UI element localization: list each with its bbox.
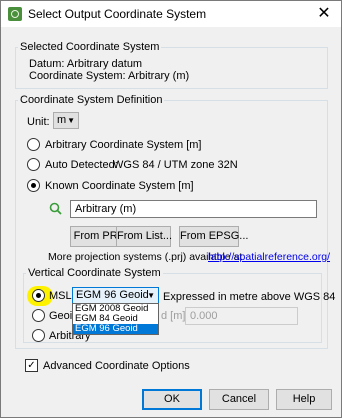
auto-detected-value: WGS 84 / UTM zone 32N	[113, 159, 238, 171]
vertical-cs-legend: Vertical Coordinate System	[28, 267, 161, 279]
expressed-in-text: Expressed in metre above WGS 84	[163, 291, 336, 303]
dialog-window: Select Output Coordinate System ✕ Select…	[0, 0, 342, 418]
app-icon	[8, 7, 22, 21]
geoid-height-input[interactable]: 0.000	[185, 307, 298, 325]
known-cs-label: Known Coordinate System [m]	[45, 180, 194, 192]
datum-text: Datum: Arbitrary datum	[29, 58, 143, 70]
close-button[interactable]: ✕	[307, 1, 341, 27]
auto-detected-radio[interactable]	[27, 158, 40, 171]
known-cs-radio[interactable]	[27, 179, 40, 192]
advanced-options-checkbox[interactable]: ✓	[25, 359, 38, 372]
window-title: Select Output Coordinate System	[28, 7, 207, 21]
unit-label: Unit:	[27, 116, 50, 128]
geoid-height-value: 0.000	[190, 310, 218, 322]
geoid-option-egm96[interactable]: EGM 96 Geoid	[73, 324, 158, 334]
unit-select[interactable]: m ▼	[53, 112, 79, 129]
cancel-button[interactable]: Cancel	[209, 389, 269, 410]
search-input-value: Arbitrary (m)	[75, 203, 137, 215]
auto-detected-label: Auto Detected:	[45, 159, 118, 171]
msl-radio[interactable]	[32, 289, 45, 302]
help-button[interactable]: Help	[276, 389, 332, 410]
geoid-select-value: EGM 96 Geoid	[76, 289, 149, 301]
from-epsg-button[interactable]: From EPSG...	[179, 226, 248, 247]
coordinate-system-search-input[interactable]: Arbitrary (m)	[70, 200, 317, 218]
title-bar: Select Output Coordinate System ✕	[1, 1, 341, 27]
ok-button[interactable]: OK	[142, 389, 202, 410]
geoid-radio[interactable]	[32, 309, 45, 322]
geoid-select[interactable]: EGM 96 Geoid ▼	[72, 287, 159, 304]
cs-definition-legend: Coordinate System Definition	[20, 94, 163, 106]
from-list-button[interactable]: From List...	[116, 226, 172, 247]
unit-value: m	[57, 114, 67, 126]
selected-cs-legend: Selected Coordinate System	[20, 41, 160, 53]
search-icon	[49, 202, 62, 215]
coordinate-system-text: Coordinate System: Arbitrary (m)	[29, 70, 190, 82]
spatialreference-link[interactable]: http://spatialreference.org/	[208, 251, 330, 263]
geoid-dropdown-list: EGM 2008 Geoid EGM 84 Geoid EGM 96 Geoid	[72, 303, 159, 335]
chevron-down-icon: ▼	[147, 291, 155, 300]
geoid-unit-label: d [m]	[161, 310, 186, 322]
advanced-options-label: Advanced Coordinate Options	[43, 360, 190, 372]
arbitrary-cs-label: Arbitrary Coordinate System [m]	[45, 139, 202, 151]
vertical-arbitrary-radio[interactable]	[32, 329, 45, 342]
msl-label: MSL	[49, 290, 72, 302]
arbitrary-cs-radio[interactable]	[27, 138, 40, 151]
chevron-down-icon: ▼	[67, 116, 75, 125]
